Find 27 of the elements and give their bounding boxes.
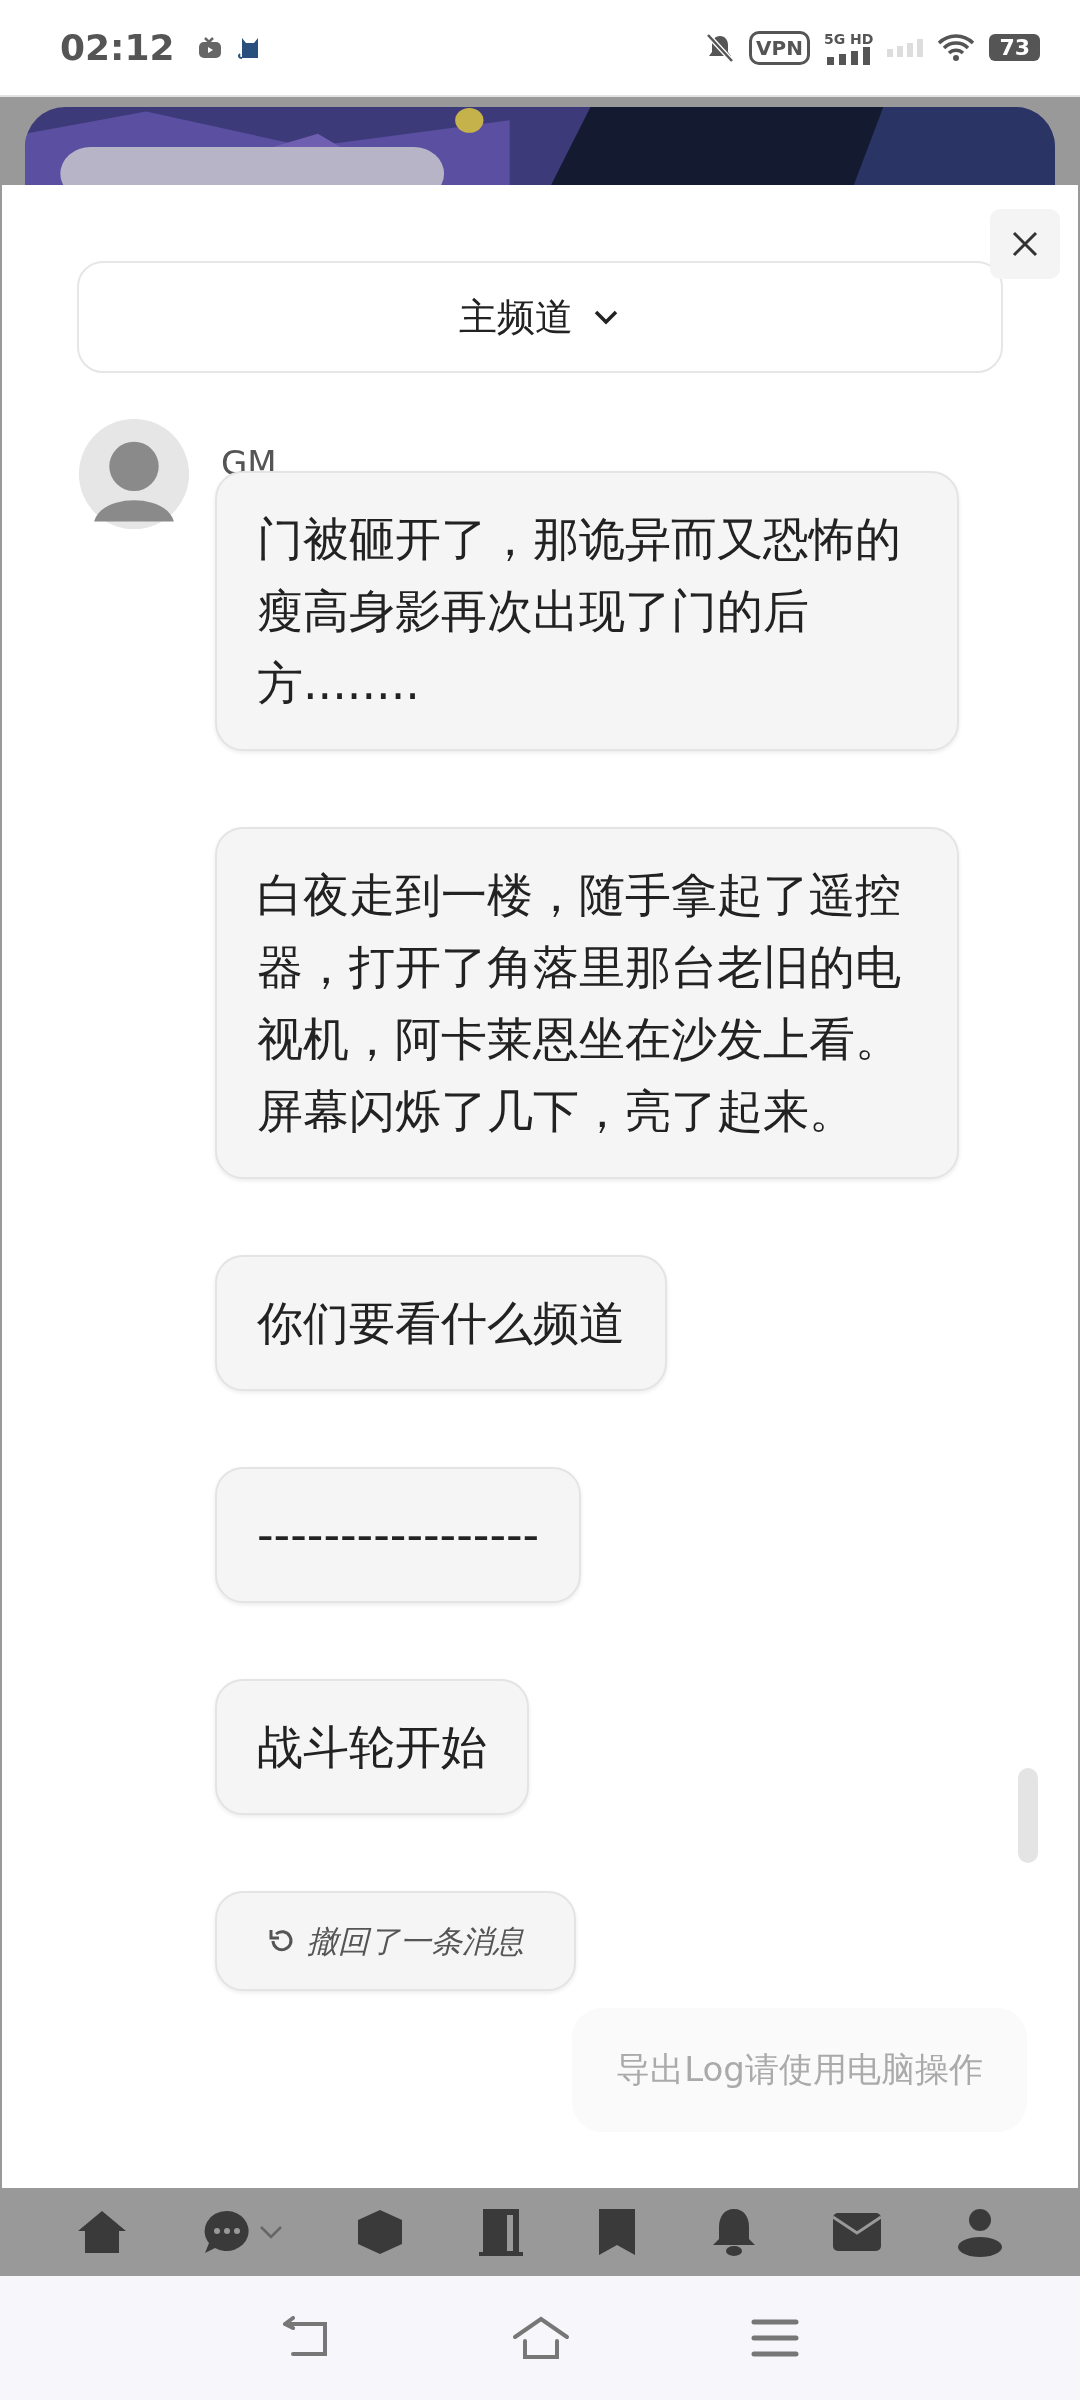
door-icon[interactable]	[476, 2207, 525, 2257]
bookmark-icon[interactable]	[597, 2207, 638, 2257]
mail-icon[interactable]	[830, 2211, 883, 2253]
network-label: 5G HD	[823, 30, 874, 47]
toast-message: 导出Log请使用电脑操作	[572, 2008, 1027, 2132]
status-time: 02:12	[60, 27, 175, 68]
box-icon[interactable]	[355, 2208, 404, 2256]
close-button[interactable]	[990, 209, 1060, 279]
scrollbar[interactable]	[1018, 1768, 1038, 1863]
message-bubble: 你们要看什么频道	[215, 1255, 667, 1391]
bell-off-icon	[705, 31, 736, 64]
channel-dropdown[interactable]: 主频道	[77, 261, 1003, 373]
vpn-badge: VPN	[749, 30, 810, 65]
tv-icon	[196, 34, 223, 61]
message-bubble: -----------------	[215, 1467, 582, 1603]
message-bubble: 战斗轮开始	[215, 1679, 529, 1815]
avatar[interactable]	[77, 417, 191, 531]
user-icon[interactable]	[955, 2207, 1004, 2257]
home-icon[interactable]	[511, 2315, 571, 2361]
message-bubble: 白夜走到一楼，随手拿起了遥控器，打开了角落里那台老旧的电视机，阿卡莱恩坐在沙发上看。屏幕闪烁了几下，亮了起来。	[215, 827, 959, 1179]
signal-icon	[826, 46, 871, 65]
battery-indicator: 73	[989, 34, 1040, 61]
wifi-icon	[937, 32, 976, 63]
signal-icon	[887, 38, 924, 57]
withdrawn-notice: 撤回了一条消息	[215, 1891, 576, 1991]
close-icon	[1011, 230, 1039, 258]
menu-icon[interactable]	[751, 2318, 799, 2358]
